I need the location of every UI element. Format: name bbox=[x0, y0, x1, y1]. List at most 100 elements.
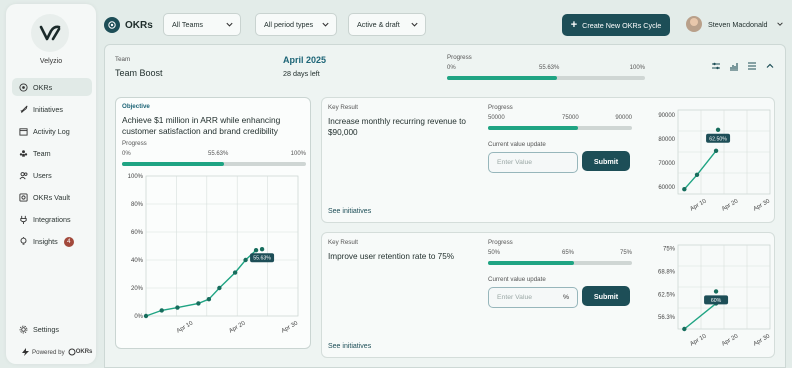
chart-x-tick-label: Apr 10 bbox=[689, 198, 708, 212]
brand-name: Velyzio bbox=[39, 58, 63, 65]
key-result-progress: Progress 50000 75000 90000 bbox=[488, 104, 632, 130]
powered-by: Powered by OKRs bbox=[22, 348, 92, 356]
brand-logo-icon bbox=[39, 25, 61, 41]
chart-data-point bbox=[206, 297, 212, 302]
chart-data-point bbox=[217, 285, 222, 291]
chevron-down-icon bbox=[322, 22, 329, 27]
chart-y-tick-label: 75% bbox=[663, 247, 676, 253]
key-result-card-1: Key Result Increase monthly recurring re… bbox=[321, 97, 775, 223]
current-value-label: Current value update bbox=[488, 276, 546, 283]
sidebar-item-label: Settings bbox=[33, 324, 59, 334]
team-filter-select[interactable]: All Teams bbox=[163, 13, 241, 36]
chart-x-tick-label: Apr 30 bbox=[753, 333, 772, 347]
chart-data-point bbox=[682, 187, 687, 192]
progress-min: 50% bbox=[488, 250, 501, 256]
progress-label: Progress bbox=[122, 140, 147, 147]
objective-progress: Progress 0% 55.63% 100% bbox=[122, 140, 306, 166]
chart-data-point bbox=[196, 301, 201, 306]
cycle-progress: Progress 0% 55.63% 100% bbox=[447, 54, 645, 80]
sidebar-item-activity-log[interactable]: Activity Log bbox=[12, 122, 92, 140]
sidebar-item-insights[interactable]: Insights 4 bbox=[12, 233, 92, 251]
progress-bar-fill bbox=[447, 76, 558, 80]
chart-plot-area bbox=[145, 175, 299, 317]
current-value-label: Current value update bbox=[488, 141, 546, 148]
chart-target-point bbox=[715, 127, 721, 132]
sidebar-item-users[interactable]: Users bbox=[12, 166, 92, 184]
sidebar-item-label: OKRs bbox=[33, 82, 53, 92]
progress-value: 55.63% bbox=[208, 151, 229, 157]
input-placeholder: Enter Value bbox=[497, 294, 533, 301]
progress-min: 0% bbox=[447, 65, 456, 71]
chart-y-tick-label: 62.5% bbox=[658, 292, 676, 298]
sidebar-item-integrations[interactable]: Integrations bbox=[12, 211, 92, 229]
chevron-down-icon bbox=[226, 22, 233, 27]
settings-sliders-icon[interactable] bbox=[711, 61, 721, 71]
user-name: Steven Macdonald bbox=[708, 19, 768, 29]
chart-x-tick-label: Apr 30 bbox=[281, 320, 300, 334]
progress-bar bbox=[447, 76, 645, 80]
chart-data-point bbox=[253, 248, 259, 253]
chevron-down-icon bbox=[411, 22, 418, 27]
progress-value: 65% bbox=[562, 250, 575, 256]
see-initiatives-link[interactable]: See initiatives bbox=[328, 208, 371, 215]
team-block: Team Team Boost bbox=[115, 56, 163, 78]
input-placeholder: Enter Value bbox=[497, 159, 533, 166]
sidebar-item-okrs-vault[interactable]: OKRs Vault bbox=[12, 188, 92, 206]
submit-button[interactable]: Submit bbox=[582, 151, 630, 171]
progress-min: 50000 bbox=[488, 115, 505, 121]
gear-icon bbox=[19, 325, 28, 333]
brand-logo[interactable] bbox=[31, 14, 69, 52]
sidebar-item-label: Activity Log bbox=[33, 126, 70, 136]
team-label: Team bbox=[115, 56, 131, 63]
sidebar-item-settings[interactable]: Settings bbox=[12, 320, 92, 338]
chart-annotation-label: 62.50% bbox=[709, 136, 727, 142]
okrs-logo-icon bbox=[68, 348, 76, 356]
sidebar-item-team[interactable]: Team bbox=[12, 144, 92, 162]
powered-by-logo: OKRs bbox=[68, 348, 92, 356]
chart-data-point bbox=[159, 308, 164, 313]
create-okrs-cycle-button[interactable]: + Create New OKRs Cycle bbox=[562, 14, 670, 36]
sidebar-settings: Settings bbox=[12, 320, 92, 342]
chart-series-line bbox=[683, 302, 717, 330]
chart-target-point bbox=[259, 247, 265, 252]
chart-data-point bbox=[694, 172, 700, 177]
chevron-up-icon[interactable] bbox=[765, 61, 775, 71]
progress-label: Progress bbox=[447, 54, 472, 61]
chart-data-point bbox=[143, 313, 149, 319]
progress-max: 90000 bbox=[615, 115, 632, 121]
chart-y-tick-label: 56.3% bbox=[658, 315, 676, 321]
current-value-input[interactable]: Enter Value bbox=[488, 152, 578, 173]
powered-by-text: Powered by bbox=[32, 348, 65, 356]
sidebar-item-label: Initiatives bbox=[33, 104, 63, 114]
user-menu[interactable]: Steven Macdonald bbox=[686, 16, 784, 32]
progress-label: Progress bbox=[488, 239, 513, 246]
menu-icon[interactable] bbox=[747, 61, 757, 71]
progress-bar-fill bbox=[488, 261, 575, 265]
current-value-input[interactable]: Enter Value % bbox=[488, 287, 578, 308]
integrations-icon bbox=[20, 215, 27, 225]
chart-y-tick-label: 80% bbox=[131, 202, 144, 208]
progress-value: 55.63% bbox=[539, 65, 560, 71]
sidebar-item-label: Team bbox=[33, 148, 51, 158]
submit-button[interactable]: Submit bbox=[582, 286, 630, 306]
progress-bar-fill bbox=[122, 162, 225, 166]
header-actions bbox=[711, 61, 783, 71]
chevron-down-icon bbox=[776, 22, 783, 26]
see-initiatives-link[interactable]: See initiatives bbox=[328, 343, 371, 350]
progress-max: 75% bbox=[619, 250, 632, 256]
chart-x-tick-label: Apr 10 bbox=[689, 333, 708, 347]
target-icon bbox=[19, 82, 28, 92]
progress-bar bbox=[488, 261, 632, 265]
rocket-icon bbox=[20, 105, 28, 113]
period-filter-select[interactable]: All period types bbox=[255, 13, 337, 36]
period-block: April 2025 28 days left bbox=[283, 55, 326, 78]
status-filter-select[interactable]: Active & draft bbox=[348, 13, 426, 36]
bolt-icon bbox=[22, 348, 29, 356]
chart-series-line bbox=[683, 150, 717, 190]
insights-count-badge: 4 bbox=[63, 236, 74, 247]
sidebar-item-okrs[interactable]: OKRs bbox=[12, 78, 92, 96]
chart-icon[interactable] bbox=[729, 61, 739, 71]
objective-card[interactable]: Objective Achieve $1 million in ARR whil… bbox=[115, 97, 311, 349]
avatar bbox=[686, 16, 702, 32]
sidebar-item-initiatives[interactable]: Initiatives bbox=[12, 100, 92, 118]
